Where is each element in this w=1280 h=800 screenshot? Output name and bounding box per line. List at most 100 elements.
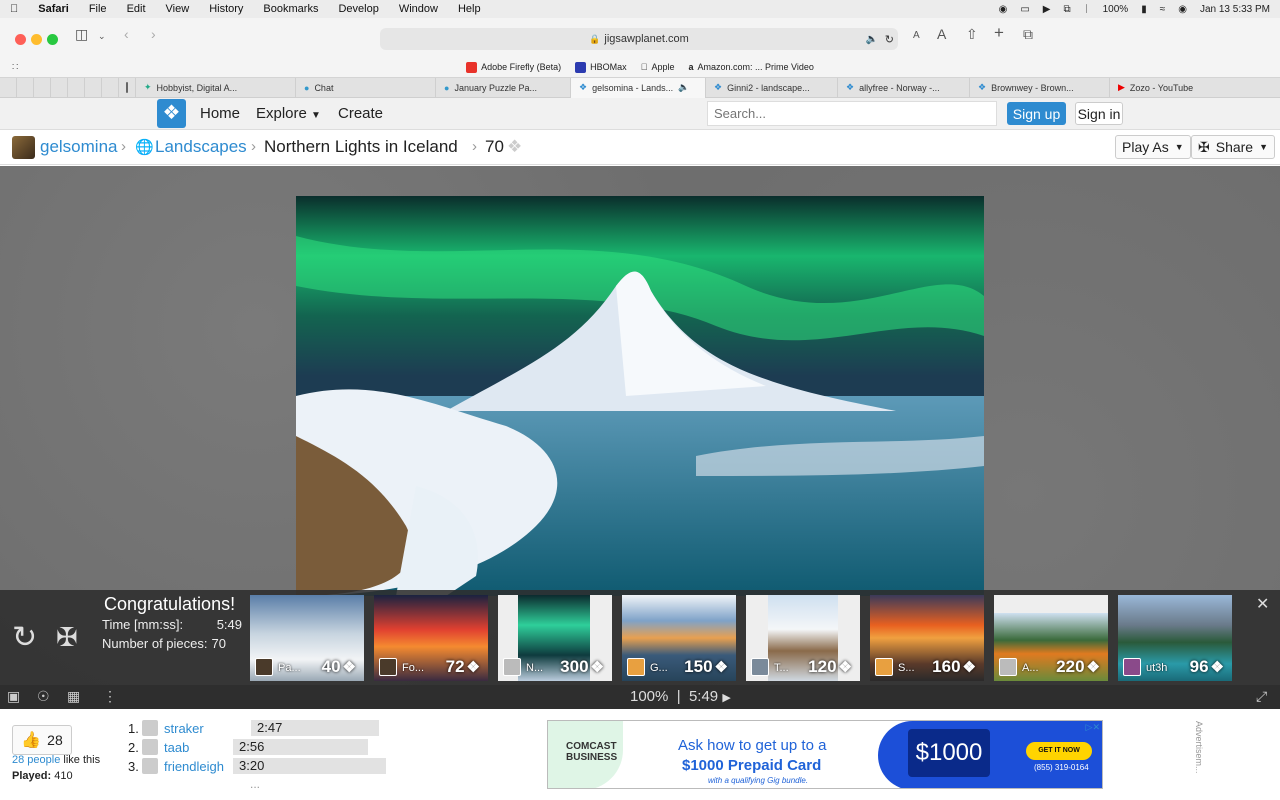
breadcrumb-user[interactable]: gelsomina bbox=[40, 137, 118, 157]
tab-chat[interactable]: ● Chat bbox=[296, 77, 436, 98]
speaker-icon[interactable]: 🔈 bbox=[866, 34, 878, 45]
new-tab-icon[interactable]: + bbox=[994, 23, 1004, 43]
grid-icon[interactable]: ▦ bbox=[67, 688, 80, 705]
favorite-apple[interactable]:  Apple bbox=[641, 62, 675, 72]
jigsawplanet-logo-icon[interactable]: ❖ bbox=[157, 99, 186, 128]
restart-icon[interactable]: ↻ bbox=[12, 620, 37, 655]
speaker-icon[interactable]: 🔈 bbox=[678, 82, 689, 93]
pinned-tab[interactable] bbox=[85, 77, 102, 98]
pieces-value: 70 bbox=[211, 636, 226, 651]
pinned-tab[interactable] bbox=[102, 77, 119, 98]
avatar bbox=[627, 658, 645, 676]
favorite-hbomax[interactable]: HBOMax bbox=[575, 61, 627, 73]
suggested-puzzle[interactable]: A... 220 ❖ bbox=[994, 595, 1108, 681]
share-icon[interactable]: ⇧ bbox=[966, 26, 978, 43]
back-icon[interactable]: ‹ bbox=[124, 26, 129, 42]
avatar[interactable] bbox=[12, 136, 35, 159]
chevron-down-icon[interactable]: ⌄ bbox=[98, 31, 106, 42]
address-bar[interactable]: 🔒 jigsawplanet.com 🔈 ↻ bbox=[380, 28, 898, 50]
played-count: Played: 410 bbox=[12, 770, 73, 782]
pinned-tab[interactable] bbox=[51, 77, 68, 98]
pinned-tab[interactable] bbox=[17, 77, 34, 98]
share-icon[interactable]: ✠ bbox=[56, 622, 78, 653]
clock[interactable]: Jan 13 5:33 PM bbox=[1200, 4, 1270, 15]
ad-get-it-now-button[interactable]: GET IT NOW bbox=[1026, 742, 1092, 760]
favorite-adobe-firefly[interactable]: Adobe Firefly (Beta) bbox=[466, 61, 561, 73]
pinned-tab[interactable] bbox=[0, 77, 17, 98]
ad-choices-icon[interactable]: ▷✕ bbox=[1086, 722, 1100, 733]
creative-cloud-icon[interactable]: ◉ bbox=[999, 4, 1008, 15]
player-name[interactable]: straker bbox=[164, 721, 251, 736]
menu-app-name[interactable]: Safari bbox=[38, 3, 69, 15]
menu-view[interactable]: View bbox=[166, 3, 190, 15]
tab-hobbyist[interactable]: ✦ Hobbyist, Digital A... bbox=[136, 77, 296, 98]
apple-icon[interactable]:  bbox=[10, 3, 18, 15]
minimize-window-button[interactable] bbox=[31, 34, 42, 45]
pinned-tab[interactable] bbox=[34, 77, 51, 98]
tab-overview-icon[interactable]: ⧉ bbox=[1023, 26, 1033, 43]
text-smaller-icon[interactable]: A bbox=[913, 30, 920, 41]
suggested-puzzle[interactable]: N... 300 ❖ bbox=[498, 595, 612, 681]
breadcrumb-category[interactable]: Landscapes bbox=[155, 137, 247, 157]
grid-icon[interactable]: ∷ bbox=[12, 62, 18, 73]
suggested-puzzle[interactable]: Pa... 40 ❖ bbox=[250, 595, 364, 681]
search-input[interactable] bbox=[707, 101, 997, 126]
wifi-icon[interactable]: ≈ bbox=[1160, 4, 1166, 15]
sidebar-icon[interactable]: ◫ bbox=[75, 26, 88, 43]
favorite-amazon[interactable]: a Amazon.com: ... Prime Video bbox=[688, 62, 813, 72]
play-as-dropdown[interactable]: Play As ▼ bbox=[1115, 135, 1191, 159]
nav-create[interactable]: Create bbox=[338, 105, 383, 122]
sign-up-button[interactable]: Sign up bbox=[1007, 102, 1066, 125]
tab-ginni2[interactable]: ❖ Ginni2 - landscape... bbox=[706, 77, 838, 98]
completed-puzzle-image[interactable] bbox=[296, 196, 984, 596]
more-scores-link[interactable]: ... bbox=[250, 777, 260, 791]
battery-icon[interactable]: ▮ bbox=[1141, 4, 1147, 15]
menu-window[interactable]: Window bbox=[399, 3, 438, 15]
reload-icon[interactable]: ↻ bbox=[885, 33, 894, 46]
advertisement-banner[interactable]: COMCAST BUSINESS Ask how to get up to a … bbox=[547, 720, 1103, 789]
ghost-image-icon[interactable]: ☉ bbox=[37, 688, 50, 705]
tab-youtube[interactable]: ▶ Zozo - YouTube bbox=[1110, 78, 1254, 98]
menu-edit[interactable]: Edit bbox=[127, 3, 146, 15]
tab-allyfree[interactable]: ❖ allyfree - Norway -... bbox=[838, 77, 970, 98]
bluetooth-icon[interactable]: ᛁ bbox=[1084, 4, 1090, 15]
more-options-icon[interactable]: ⋮ bbox=[103, 688, 117, 705]
play-icon[interactable]: ▶ bbox=[722, 692, 730, 704]
pinned-tab[interactable] bbox=[68, 77, 85, 98]
display-icon[interactable]: ▭ bbox=[1020, 4, 1029, 15]
suggested-puzzle[interactable]: T... 120 ❖ bbox=[746, 595, 860, 681]
like-button[interactable]: 👍 28 bbox=[12, 725, 72, 755]
menu-bookmarks[interactable]: Bookmarks bbox=[263, 3, 318, 15]
play-icon[interactable]: ▶ bbox=[1043, 4, 1051, 15]
suggested-puzzle[interactable]: ut3h 96 ❖ bbox=[1118, 595, 1232, 681]
tab-january-puzzle[interactable]: ● January Puzzle Pa... bbox=[436, 77, 571, 98]
suggested-puzzle[interactable]: G... 150 ❖ bbox=[622, 595, 736, 681]
zoom-window-button[interactable] bbox=[47, 34, 58, 45]
share-dropdown[interactable]: ✠ Share ▼ bbox=[1191, 135, 1276, 159]
tab-gelsomina[interactable]: ❖ gelsomina - Lands... 🔈 bbox=[571, 77, 706, 98]
pinned-tab[interactable] bbox=[119, 77, 136, 98]
control-center-icon[interactable]: ◉ bbox=[1178, 4, 1187, 15]
sign-in-button[interactable]: Sign in bbox=[1075, 102, 1123, 125]
menu-help[interactable]: Help bbox=[458, 3, 481, 15]
menu-history[interactable]: History bbox=[209, 3, 243, 15]
screen-mirror-icon[interactable]: ⧉ bbox=[1063, 4, 1070, 15]
suggested-puzzle[interactable]: S... 160 ❖ bbox=[870, 595, 984, 681]
likes-link[interactable]: 28 people bbox=[12, 754, 60, 766]
player-name[interactable]: friendleigh bbox=[164, 759, 233, 774]
close-window-button[interactable] bbox=[15, 34, 26, 45]
nav-home[interactable]: Home bbox=[200, 105, 240, 122]
fullscreen-icon[interactable]: ⤢ bbox=[1256, 688, 1267, 705]
tab-brownwey[interactable]: ❖ Brownwey - Brown... bbox=[970, 77, 1110, 98]
image-preview-icon[interactable]: ▣ bbox=[7, 688, 20, 705]
puzzle-icon: ❖ bbox=[714, 82, 723, 92]
menu-file[interactable]: File bbox=[89, 3, 107, 15]
suggested-puzzle[interactable]: Fo... 72 ❖ bbox=[374, 595, 488, 681]
text-larger-icon[interactable]: A bbox=[937, 26, 946, 42]
menu-develop[interactable]: Develop bbox=[338, 3, 378, 15]
close-icon[interactable]: ✕ bbox=[1256, 594, 1269, 614]
nav-explore[interactable]: Explore ▼ bbox=[256, 105, 321, 122]
player-name[interactable]: taab bbox=[164, 740, 233, 755]
forward-icon[interactable]: › bbox=[151, 26, 156, 42]
puzzle-stage[interactable]: ↻ ✠ Congratulations! Time [mm:ss]: 5:49 N… bbox=[0, 166, 1280, 709]
